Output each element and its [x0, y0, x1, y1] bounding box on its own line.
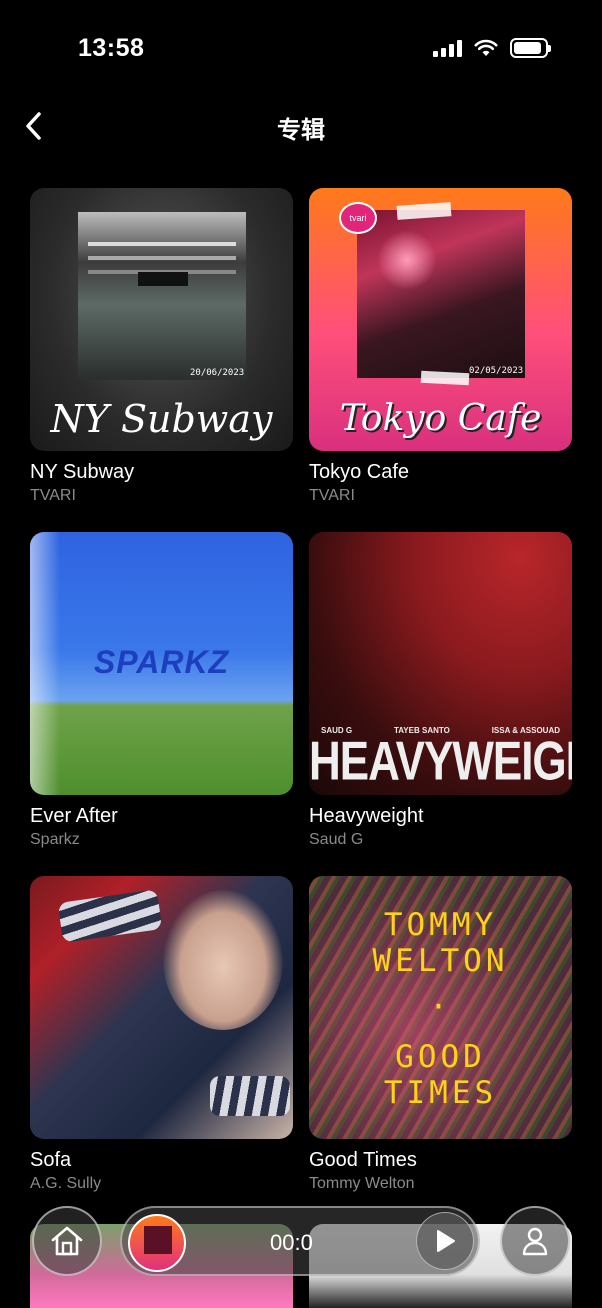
cover-logo: SPARKZ: [93, 644, 230, 680]
album-cover: SPARKZ: [30, 532, 293, 795]
cover-photo: [357, 210, 525, 378]
now-playing-artwork: [128, 1214, 186, 1272]
status-bar: 13:58: [0, 0, 602, 96]
status-time: 13:58: [78, 34, 145, 62]
cover-line: TIMES: [383, 1075, 498, 1111]
album-artist: Saud G: [309, 831, 364, 848]
cover-line: TOMMY: [383, 907, 498, 943]
page-title: 专辑: [277, 117, 325, 144]
album-card-ever-after[interactable]: SPARKZ Ever After Sparkz: [30, 532, 293, 876]
album-artist: A.G. Sully: [30, 1175, 102, 1192]
album-title: Sofa: [30, 1149, 72, 1171]
cover-photo: [78, 212, 246, 380]
battery-icon: [510, 38, 551, 58]
album-artist: TVARI: [309, 487, 355, 504]
play-button[interactable]: [416, 1212, 474, 1270]
cover-sleeve: [57, 889, 163, 943]
album-card-sofa[interactable]: Sofa A.G. Sully: [30, 876, 293, 1220]
album-artist: TVARI: [30, 487, 76, 504]
album-cover: [30, 876, 293, 1139]
album-grid: 20/06/2023 NY Subway NY Subway TVARI tva…: [30, 188, 572, 1220]
cover-title: NY Subway: [50, 397, 273, 441]
home-button[interactable]: [32, 1206, 102, 1276]
cover-title: HEAVYWEIGHT: [309, 730, 572, 792]
cover-line: GOOD: [395, 1039, 486, 1075]
profile-button[interactable]: [500, 1206, 570, 1276]
cover-line: ·: [429, 989, 452, 1025]
mini-player[interactable]: 00:0: [120, 1206, 480, 1276]
album-artist: Tommy Welton: [309, 1175, 415, 1192]
album-artist: Sparkz: [30, 831, 80, 848]
playback-time: 00:0: [270, 1230, 313, 1255]
cover-line: WELTON: [372, 943, 509, 979]
wifi-icon: [474, 39, 498, 56]
album-cover: SAUD G TAYEB SANTO ISSA & ASSOUAD HEAVYW…: [309, 532, 572, 795]
album-title: Ever After: [30, 805, 118, 827]
album-cover: 20/06/2023 NY Subway: [30, 188, 293, 451]
album-title: Tokyo Cafe: [309, 461, 410, 483]
cellular-signal-icon: [433, 39, 462, 57]
cover-date: 02/05/2023: [469, 366, 524, 376]
user-icon: [522, 1227, 548, 1256]
album-title: NY Subway: [30, 461, 135, 483]
album-card-tokyo-cafe[interactable]: tvari 02/05/2023 Tokyo Cafe Tokyo Cafe T…: [309, 188, 572, 532]
album-cover: tvari 02/05/2023 Tokyo Cafe: [309, 188, 572, 451]
play-icon: [437, 1230, 455, 1252]
album-title: Good Times: [309, 1149, 417, 1171]
cover-date: 20/06/2023: [190, 368, 245, 378]
bottom-bar: 00:0: [30, 1204, 572, 1278]
album-card-ny-subway[interactable]: 20/06/2023 NY Subway NY Subway TVARI: [30, 188, 293, 532]
cover-title: Tokyo Cafe: [339, 398, 542, 439]
cover-badge: tvari: [339, 202, 377, 234]
status-icons: [433, 38, 551, 58]
nav-bar: 专辑: [0, 96, 602, 156]
album-title: Heavyweight: [309, 805, 424, 827]
album-card-heavyweight[interactable]: SAUD G TAYEB SANTO ISSA & ASSOUAD HEAVYW…: [309, 532, 572, 876]
cover-sleeve: [210, 1076, 290, 1116]
cover-face: [163, 890, 283, 1030]
album-card-good-times[interactable]: TOMMY WELTON · GOOD TIMES Good Times Tom…: [309, 876, 572, 1220]
cover-tape: [420, 370, 470, 386]
album-cover: TOMMY WELTON · GOOD TIMES: [309, 876, 572, 1139]
home-icon: [51, 1226, 83, 1256]
